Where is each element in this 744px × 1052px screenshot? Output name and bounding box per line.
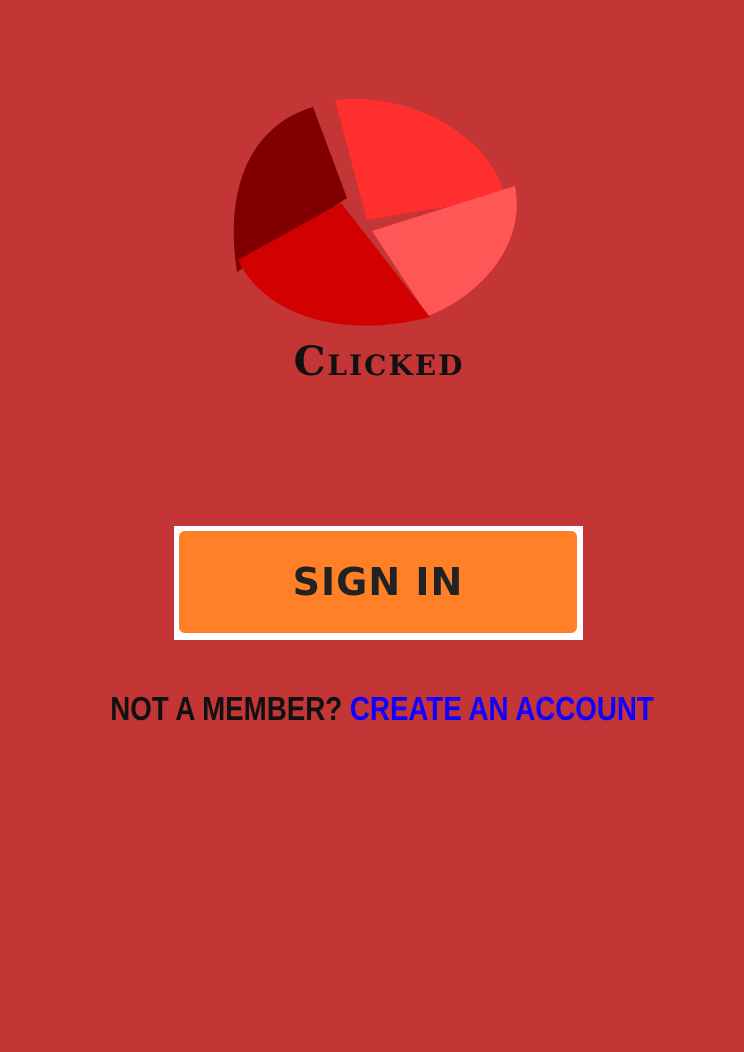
sign-in-button[interactable]: SIGN IN	[179, 531, 577, 633]
sign-in-button-frame: SIGN IN	[174, 526, 583, 640]
create-account-link[interactable]: CREATE AN ACCOUNT	[350, 690, 654, 727]
create-account-line: NOT A MEMBER? CREATE AN ACCOUNT	[61, 686, 703, 732]
pie-chart-icon	[226, 96, 520, 340]
member-prompt: NOT A MEMBER?	[110, 690, 343, 727]
login-screen: Clicked SIGN IN NOT A MEMBER? CREATE AN …	[0, 0, 744, 1052]
brand-name: Clicked	[293, 338, 465, 385]
